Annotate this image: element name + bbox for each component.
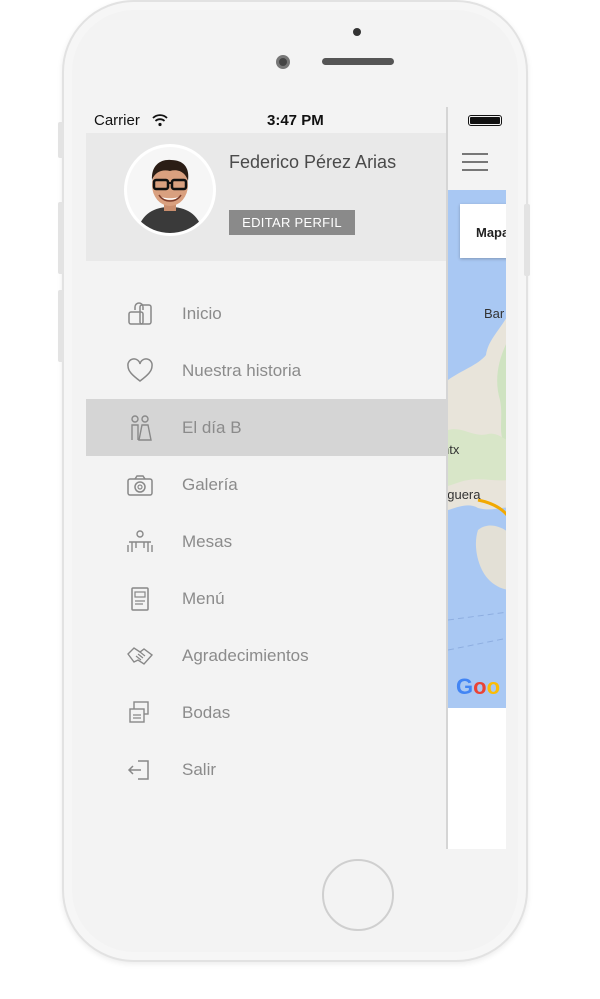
status-bar: Carrier 3:47 PM: [86, 107, 506, 133]
power-button[interactable]: [524, 204, 530, 276]
navigation-drawer: Federico Pérez Arias EDITAR PERFIL Inici…: [86, 107, 446, 849]
couple-icon: [131, 415, 152, 441]
menu-item-inicio[interactable]: Inicio: [86, 285, 446, 342]
map-place-label: eguera: [448, 487, 481, 502]
home-lock-icon: [128, 302, 152, 325]
menu-item-bodas[interactable]: Bodas: [86, 684, 446, 741]
heart-icon: [127, 358, 153, 382]
camera-icon: [127, 475, 153, 496]
front-camera: [276, 55, 290, 69]
handshake-icon: [127, 647, 154, 665]
clock: 3:47 PM: [267, 112, 324, 129]
menu-item-label: Salir: [182, 760, 217, 779]
logout-icon: [127, 760, 149, 780]
menu-item-mesas[interactable]: Mesas: [86, 513, 446, 570]
menu-item-galeria[interactable]: Galería: [86, 456, 446, 513]
photos-icon: [129, 701, 149, 723]
avatar-photo: [127, 147, 213, 233]
table-icon: [127, 530, 153, 552]
menu-item-label: Bodas: [182, 703, 231, 722]
wifi-icon: [152, 114, 168, 127]
volume-down-button[interactable]: [58, 290, 64, 362]
menu-item-label: Nuestra historia: [182, 361, 302, 380]
avatar[interactable]: [124, 144, 216, 236]
map-place-label: ntx: [448, 442, 460, 457]
menu-item-nuestra-historia[interactable]: Nuestra historia: [86, 342, 446, 399]
menu-item-label: Menú: [182, 589, 225, 608]
profile-name: Federico Pérez Arias: [229, 152, 397, 172]
home-button[interactable]: [322, 859, 394, 931]
drawer-menu: Inicio Nuestra historia El día B Galería…: [86, 285, 446, 798]
menu-item-el-dia-b[interactable]: El día B: [86, 399, 446, 456]
menu-item-label: Galería: [182, 475, 238, 494]
menu-card-icon: [131, 587, 149, 611]
proximity-sensor: [353, 28, 361, 36]
mute-switch[interactable]: [58, 122, 64, 158]
edit-profile-button[interactable]: EDITAR PERFIL: [229, 210, 355, 235]
screen: Mapa Bar ntx eguera Goo: [86, 107, 506, 849]
map-type-button[interactable]: Mapa: [460, 204, 506, 258]
earpiece-speaker: [322, 58, 394, 65]
menu-item-label: Mesas: [182, 532, 233, 551]
map-app-panel: Mapa Bar ntx eguera Goo: [446, 107, 506, 849]
volume-up-button[interactable]: [58, 202, 64, 274]
hamburger-menu-icon[interactable]: [462, 153, 488, 171]
google-logo: Goo: [456, 674, 501, 699]
carrier-label: Carrier: [94, 112, 140, 129]
menu-item-menu[interactable]: Menú: [86, 570, 446, 627]
map-place-label: Bar: [484, 306, 505, 321]
menu-item-label: El día B: [182, 418, 242, 437]
map-view[interactable]: Mapa Bar ntx eguera Goo: [448, 190, 506, 708]
profile-header: Federico Pérez Arias EDITAR PERFIL: [86, 133, 446, 261]
menu-item-agradecimientos[interactable]: Agradecimientos: [86, 627, 446, 684]
menu-item-label: Inicio: [182, 304, 222, 323]
menu-item-label: Agradecimientos: [182, 646, 309, 665]
menu-item-salir[interactable]: Salir: [86, 741, 446, 798]
